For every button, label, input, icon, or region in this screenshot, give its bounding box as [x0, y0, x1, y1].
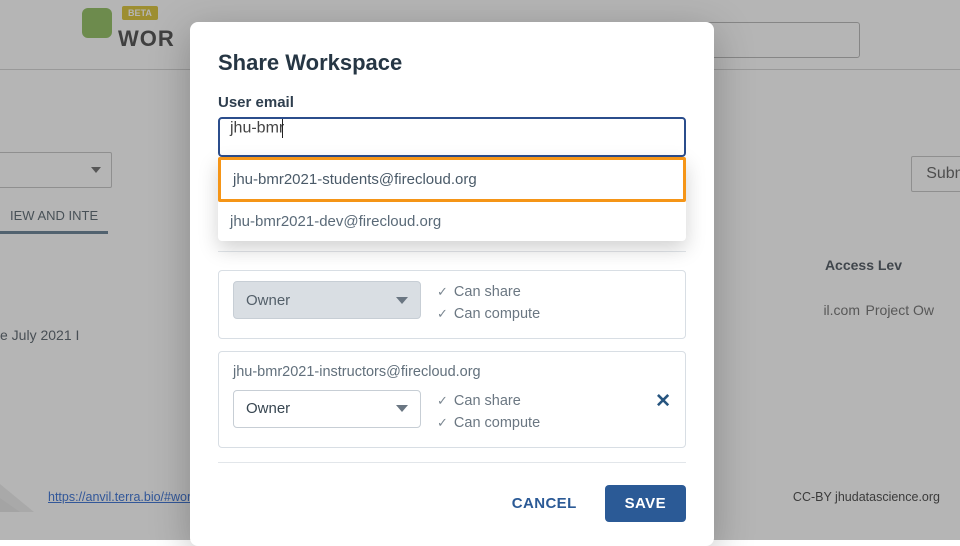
autocomplete-item-highlighted[interactable]: jhu-bmr2021-students@firecloud.org: [218, 157, 686, 202]
text-caret-icon: [282, 119, 283, 138]
role-value: Owner: [246, 400, 290, 417]
member-row-self: Owner ✓ Can share ✓ Can compute: [218, 270, 686, 339]
user-email-input[interactable]: jhu-bmr: [218, 117, 686, 157]
modal-actions: CANCEL SAVE: [218, 485, 686, 522]
user-email-field-wrap: jhu-bmr jhu-bmr2021-students@firecloud.o…: [218, 117, 686, 157]
chevron-down-icon: [396, 297, 408, 304]
can-compute-label: Can compute: [454, 306, 540, 322]
role-select[interactable]: Owner: [233, 390, 421, 428]
cancel-button[interactable]: CANCEL: [498, 485, 591, 522]
can-share-label: Can share: [454, 393, 521, 409]
save-button[interactable]: SAVE: [605, 485, 686, 522]
check-icon: ✓: [437, 306, 448, 321]
check-icon: ✓: [437, 393, 448, 408]
member-email: jhu-bmr2021-instructors@firecloud.org: [233, 364, 671, 380]
check-icon: ✓: [437, 415, 448, 430]
role-value: Owner: [246, 292, 290, 309]
permissions: ✓ Can share ✓ Can compute: [437, 390, 540, 435]
share-workspace-modal: Share Workspace User email jhu-bmr jhu-b…: [190, 22, 714, 546]
user-email-value: jhu-bmr: [230, 120, 284, 137]
can-compute-label: Can compute: [454, 415, 540, 431]
email-autocomplete-list: jhu-bmr2021-students@firecloud.org jhu-b…: [218, 157, 686, 241]
permissions-self: ✓ Can share ✓ Can compute: [437, 281, 540, 326]
modal-title: Share Workspace: [218, 50, 686, 76]
autocomplete-item[interactable]: jhu-bmr2021-dev@firecloud.org: [218, 202, 686, 241]
chevron-down-icon: [396, 405, 408, 412]
role-select-self: Owner: [233, 281, 421, 319]
can-share-label: Can share: [454, 284, 521, 300]
check-icon: ✓: [437, 284, 448, 299]
user-email-label: User email: [218, 94, 686, 111]
member-row: jhu-bmr2021-instructors@firecloud.org Ow…: [218, 351, 686, 448]
members-list: Owner ✓ Can share ✓ Can compute jhu-bmr202…: [218, 251, 686, 463]
remove-member-icon[interactable]: ✕: [655, 390, 671, 413]
